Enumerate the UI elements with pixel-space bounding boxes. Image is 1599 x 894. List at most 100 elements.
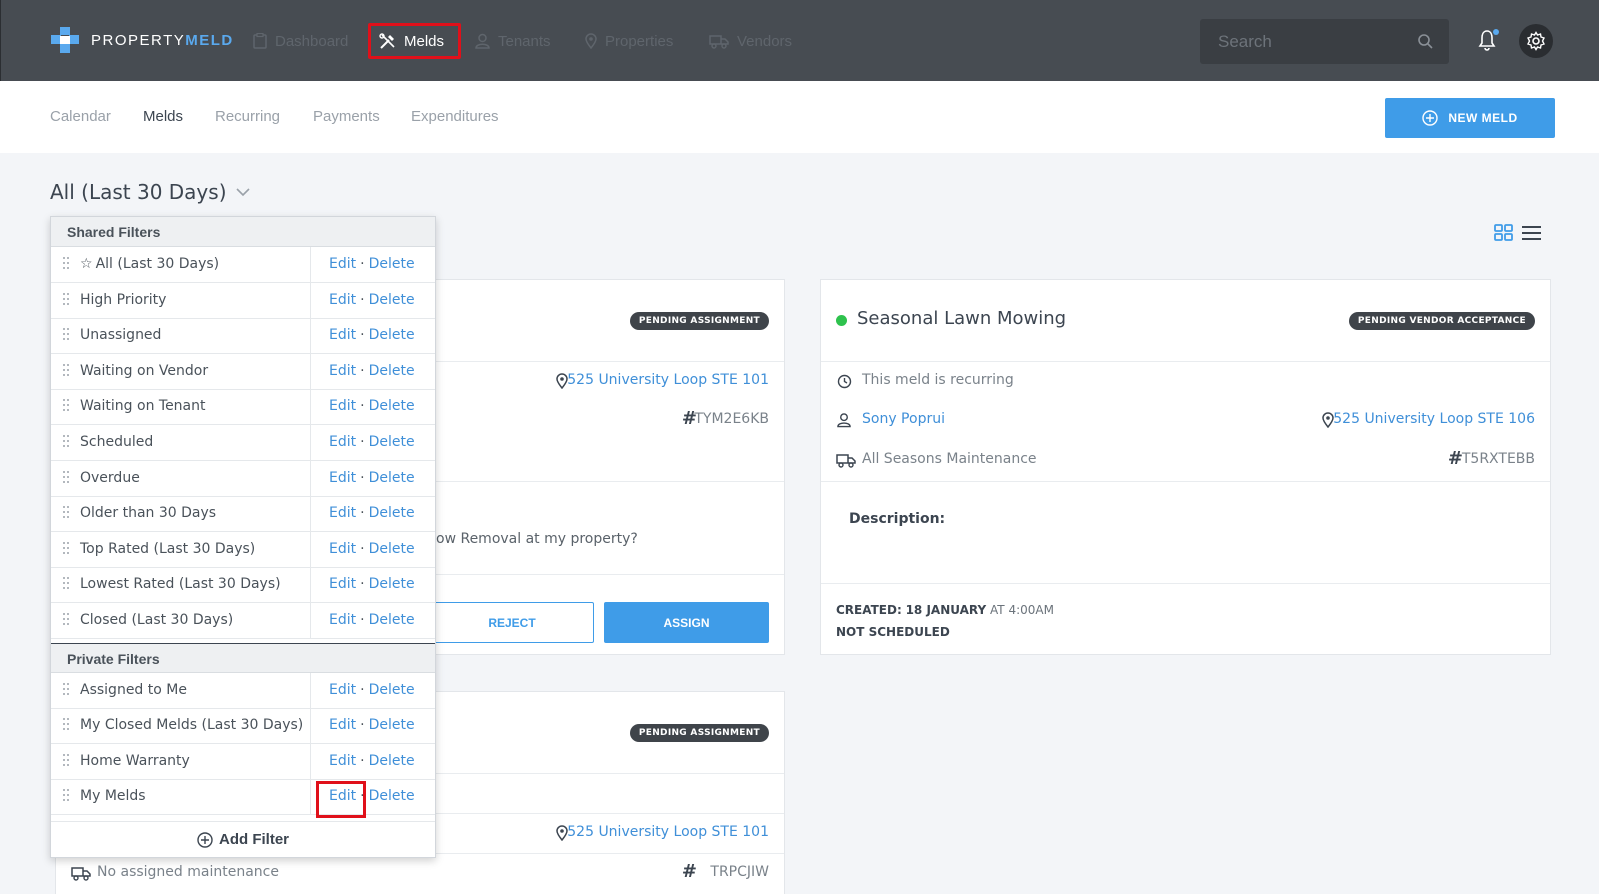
filter-label[interactable]: Waiting on Tenant [80, 398, 206, 414]
grid-view-icon[interactable] [1494, 224, 1514, 242]
filter-label[interactable]: Top Rated (Last 30 Days) [80, 541, 255, 557]
tab-expenditures[interactable]: Expenditures [411, 108, 499, 125]
drag-handle-icon[interactable] [63, 435, 69, 449]
filter-row[interactable]: Overdue Edit · Delete [51, 460, 435, 497]
filter-label[interactable]: High Priority [80, 292, 166, 308]
filter-label[interactable]: Scheduled [80, 434, 153, 450]
filter-selector[interactable]: All (Last 30 Days) [50, 180, 251, 204]
filter-row[interactable]: My Melds Edit · Delete [51, 779, 435, 816]
drag-handle-icon[interactable] [63, 683, 69, 697]
edit-link[interactable]: Edit [329, 505, 356, 521]
delete-link[interactable]: Delete [369, 256, 415, 272]
tab-recurring[interactable]: Recurring [215, 108, 280, 125]
edit-link[interactable]: Edit [329, 576, 356, 592]
meld-title[interactable]: Seasonal Lawn Mowing [857, 308, 1066, 329]
filter-row[interactable]: Older than 30 Days Edit · Delete [51, 496, 435, 533]
meld-card-2[interactable]: Seasonal Lawn Mowing PENDING VENDOR ACCE… [820, 279, 1551, 655]
drag-handle-icon[interactable] [63, 541, 69, 556]
filter-label[interactable]: Closed (Last 30 Days) [80, 612, 233, 628]
delete-link[interactable]: Delete [369, 682, 415, 698]
filter-label[interactable]: My Closed Melds (Last 30 Days) [80, 717, 303, 733]
delete-link[interactable]: Delete [369, 327, 415, 343]
edit-link[interactable]: Edit [329, 541, 356, 557]
filter-row[interactable]: My Closed Melds (Last 30 Days) Edit · Delet… [51, 708, 435, 745]
filter-row[interactable]: Top Rated (Last 30 Days) Edit · Delete [51, 531, 435, 568]
edit-link[interactable]: Edit [329, 398, 356, 414]
drag-handle-icon[interactable] [63, 363, 69, 378]
filter-label[interactable]: Older than 30 Days [80, 505, 216, 521]
edit-link[interactable]: Edit [329, 717, 356, 733]
edit-link[interactable]: Edit [329, 434, 356, 450]
drag-handle-icon[interactable] [63, 292, 69, 307]
edit-link[interactable]: Edit [329, 470, 356, 486]
filter-row[interactable]: Scheduled Edit · Delete [51, 425, 435, 461]
search-input[interactable]: Search [1200, 19, 1449, 64]
filter-row[interactable]: High Priority Edit · Delete [51, 282, 435, 319]
tab-melds[interactable]: Melds [143, 108, 183, 125]
filter-row[interactable]: Waiting on Tenant Edit · Delete [51, 389, 435, 426]
filter-label[interactable]: Lowest Rated (Last 30 Days) [80, 576, 281, 592]
drag-handle-icon[interactable] [63, 789, 69, 803]
delete-link[interactable]: Delete [369, 470, 415, 486]
search-icon[interactable] [1417, 33, 1433, 49]
address-link[interactable]: 525 University Loop STE 101 [567, 824, 769, 840]
delete-link[interactable]: Delete [369, 434, 415, 450]
tab-payments[interactable]: Payments [313, 108, 380, 125]
delete-link[interactable]: Delete [369, 788, 415, 804]
filter-label[interactable]: My Melds [80, 788, 146, 804]
tab-calendar[interactable]: Calendar [50, 108, 111, 125]
nav-tenants[interactable]: Tenants [475, 29, 551, 53]
list-view-icon[interactable] [1522, 226, 1541, 240]
filter-row[interactable]: ☆ All (Last 30 Days) Edit · Delete [51, 247, 435, 283]
drag-handle-icon[interactable] [63, 613, 69, 627]
drag-handle-icon[interactable] [63, 577, 69, 591]
settings-button[interactable] [1519, 24, 1553, 58]
filter-label[interactable]: Overdue [80, 470, 140, 486]
new-meld-button[interactable]: NEW MELD [1385, 98, 1555, 138]
delete-link[interactable]: Delete [369, 612, 415, 628]
drag-handle-icon[interactable] [63, 506, 69, 520]
drag-handle-icon[interactable] [63, 257, 69, 271]
delete-link[interactable]: Delete [369, 363, 415, 379]
assign-button[interactable]: ASSIGN [604, 602, 769, 643]
delete-link[interactable]: Delete [369, 398, 415, 414]
nav-dashboard[interactable]: Dashboard [253, 29, 348, 53]
drag-handle-icon[interactable] [63, 470, 69, 485]
tenant-link[interactable]: Sony Poprui [862, 411, 945, 427]
delete-link[interactable]: Delete [369, 753, 415, 769]
filter-label[interactable]: Assigned to Me [80, 682, 187, 698]
edit-link[interactable]: Edit [329, 753, 356, 769]
drag-handle-icon[interactable] [63, 718, 69, 732]
filter-label[interactable]: ☆ All (Last 30 Days) [80, 256, 219, 272]
filter-label[interactable]: Waiting on Vendor [80, 363, 208, 379]
drag-handle-icon[interactable] [63, 328, 69, 342]
add-filter-button[interactable]: Add Filter [51, 821, 435, 857]
drag-handle-icon[interactable] [63, 399, 69, 413]
nav-vendors[interactable]: Vendors [709, 29, 792, 53]
filter-row[interactable]: Lowest Rated (Last 30 Days) Edit · Delete [51, 567, 435, 604]
delete-link[interactable]: Delete [369, 576, 415, 592]
edit-link[interactable]: Edit [329, 327, 356, 343]
edit-link[interactable]: Edit [329, 363, 356, 379]
logo[interactable]: PROPERTYMELD [51, 27, 234, 53]
filter-row[interactable]: Waiting on Vendor Edit · Delete [51, 353, 435, 390]
edit-link[interactable]: Edit [329, 256, 356, 272]
address-link[interactable]: 525 University Loop STE 106 [1333, 411, 1535, 427]
delete-link[interactable]: Delete [369, 292, 415, 308]
edit-link[interactable]: Edit [329, 682, 356, 698]
delete-link[interactable]: Delete [369, 717, 415, 733]
reject-button[interactable]: REJECT [430, 602, 594, 643]
edit-link[interactable]: Edit [329, 292, 356, 308]
delete-link[interactable]: Delete [369, 541, 415, 557]
filter-row[interactable]: Unassigned Edit · Delete [51, 318, 435, 355]
address-link[interactable]: 525 University Loop STE 101 [567, 372, 769, 388]
filter-row[interactable]: Assigned to Me Edit · Delete [51, 673, 435, 709]
filter-row[interactable]: Home Warranty Edit · Delete [51, 743, 435, 780]
filter-label[interactable]: Home Warranty [80, 753, 190, 769]
delete-link[interactable]: Delete [369, 505, 415, 521]
filter-label[interactable]: Unassigned [80, 327, 161, 343]
drag-handle-icon[interactable] [63, 753, 69, 768]
nav-properties[interactable]: Properties [585, 29, 673, 53]
filter-row[interactable]: Closed (Last 30 Days) Edit · Delete [51, 603, 435, 639]
edit-link[interactable]: Edit [329, 612, 356, 628]
